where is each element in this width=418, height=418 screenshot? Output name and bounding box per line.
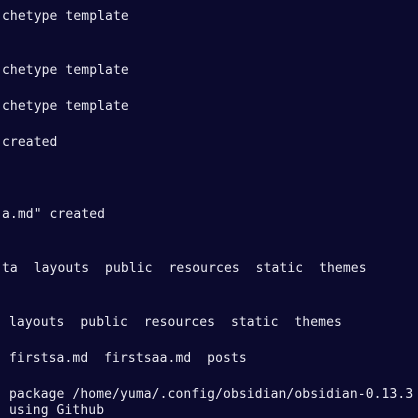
terminal-line: chetype template: [2, 63, 129, 78]
terminal-line: layouts public resources static themes: [9, 315, 342, 330]
terminal-window[interactable]: chetype template chetype template chetyp…: [0, 0, 418, 418]
terminal-line: created: [2, 135, 58, 150]
terminal-line: firstsa.md firstsaa.md posts: [9, 351, 247, 366]
terminal-line: using Github: [9, 403, 105, 418]
terminal-line: a.md" created: [2, 207, 106, 222]
terminal-line: chetype template: [2, 99, 129, 114]
terminal-line: ta layouts public resources static theme…: [2, 261, 367, 276]
terminal-line: chetype template: [2, 9, 129, 24]
